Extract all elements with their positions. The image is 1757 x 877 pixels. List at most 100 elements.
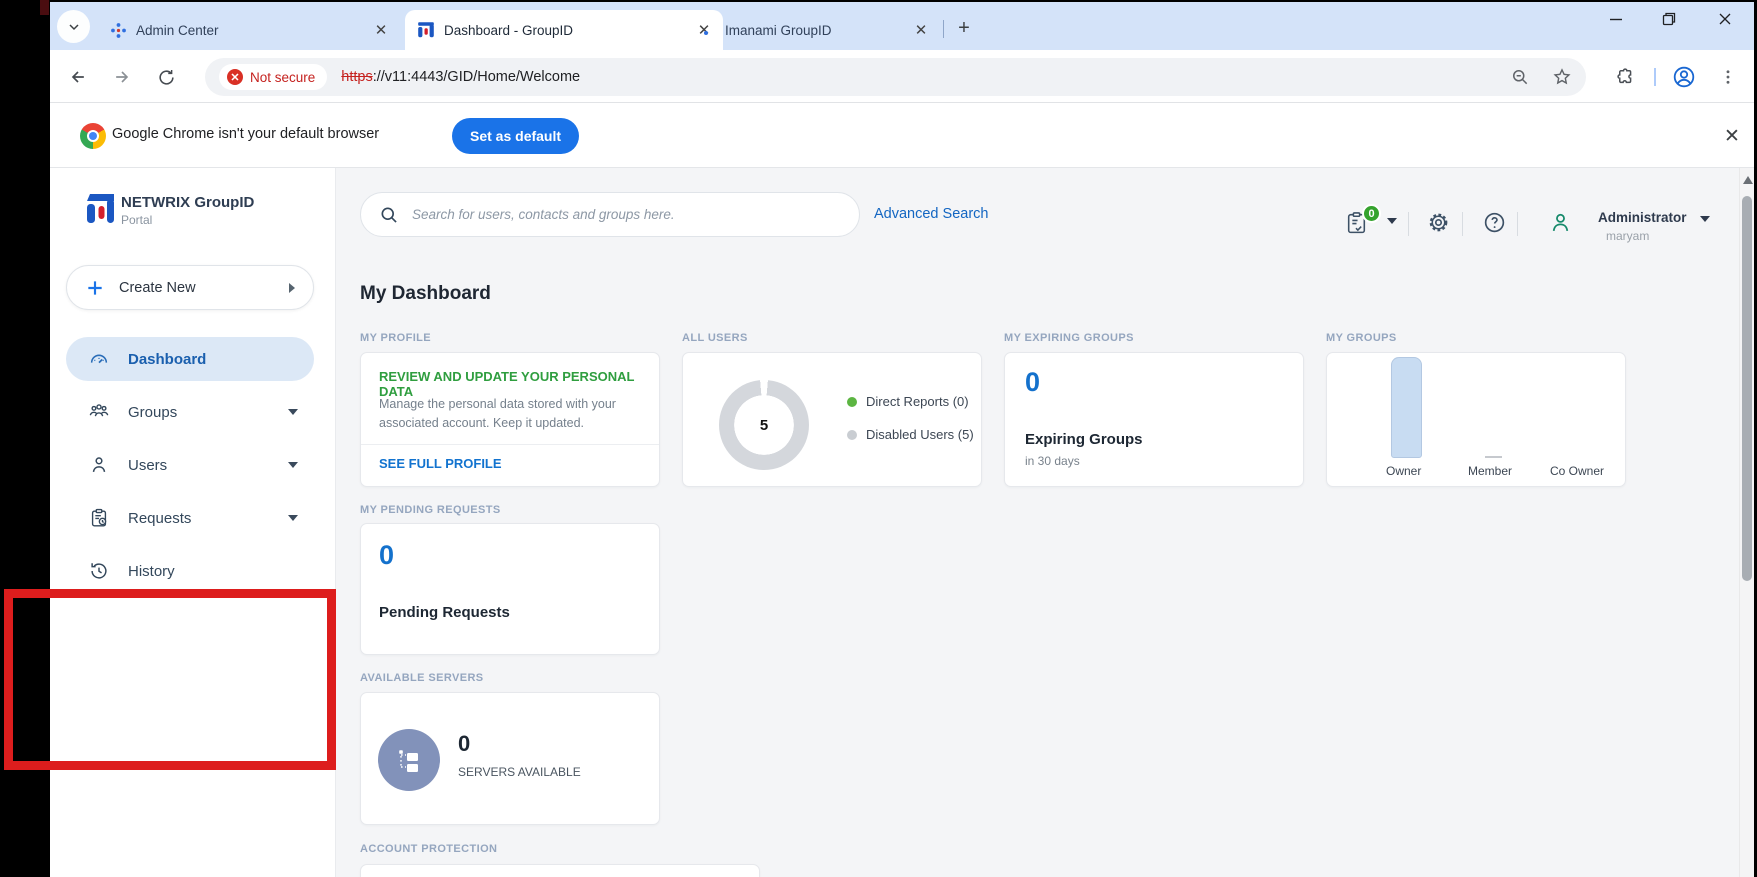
user-name: maryam	[1606, 229, 1650, 243]
sidebar-item-history[interactable]: History	[66, 549, 314, 593]
see-full-profile-link[interactable]: SEE FULL PROFILE	[379, 456, 502, 471]
settings-button[interactable]	[1426, 210, 1451, 240]
person-icon	[1552, 213, 1569, 231]
sidebar-item-users[interactable]: Users	[66, 443, 314, 487]
pending-requests-title: Pending Requests	[379, 604, 510, 621]
reload-button[interactable]	[150, 61, 182, 93]
section-label-my-groups: MY GROUPS	[1326, 332, 1397, 344]
requests-clipboard-icon	[91, 508, 107, 527]
back-icon	[71, 71, 84, 83]
set-as-default-button[interactable]: Set as default	[452, 118, 580, 154]
tab-divider	[943, 20, 944, 38]
zoom-icon[interactable]	[1510, 67, 1530, 87]
advanced-search-link[interactable]: Advanced Search	[874, 206, 988, 222]
gear-icon	[1429, 213, 1448, 232]
profile-button[interactable]	[1668, 61, 1700, 93]
all-users-card: 5 Direct Reports (0) Disabled Users (5)	[682, 352, 982, 487]
caret-down-icon	[288, 409, 298, 415]
brand-name: NETWRIX GroupID	[121, 194, 255, 211]
legend-dot-gray	[847, 429, 857, 440]
dashboard-gauge-icon	[90, 354, 108, 364]
donut-total: 5	[759, 416, 769, 434]
sidebar-item-requests[interactable]: Requests	[66, 496, 314, 540]
my-groups-card: Owner Member Co Owner	[1326, 352, 1626, 487]
infobar-close-icon[interactable]: ✕	[1718, 122, 1746, 150]
infobar-message: Google Chrome isn't your default browser	[112, 126, 380, 142]
tab-close-icon[interactable]: ✕	[912, 21, 930, 39]
help-button[interactable]	[1482, 210, 1507, 240]
tab-strip: Admin Center ✕ Dashboard - GroupID ✕ Ima…	[50, 2, 1754, 50]
header-divider	[1408, 212, 1409, 236]
new-tab-button[interactable]: +	[952, 16, 976, 40]
minimize-icon	[1610, 18, 1622, 21]
caret-down-icon	[288, 515, 298, 521]
back-button[interactable]	[62, 61, 94, 93]
expiring-groups-card: 0 Expiring Groups in 30 days	[1004, 352, 1304, 487]
tab-imanami-groupid[interactable]: Imanami GroupID ✕	[690, 10, 940, 50]
user-menu-button[interactable]	[1548, 210, 1573, 240]
tab-close-icon[interactable]: ✕	[372, 21, 390, 39]
pending-requests-card: 0 Pending Requests	[360, 523, 660, 655]
url-rest: ://v11:4443/GID/Home/Welcome	[372, 69, 581, 85]
legend-label: Direct Reports (0)	[866, 394, 969, 409]
groupid-portal: NETWRIX GroupID Portal Create New Dashbo…	[50, 168, 1754, 877]
legend-dot-green	[847, 396, 857, 407]
pending-requests-count: 0	[379, 540, 395, 570]
forward-button[interactable]	[106, 61, 138, 93]
tab-title: Admin Center	[136, 22, 219, 38]
account-protection-card	[360, 864, 760, 877]
section-label-expiring-groups: MY EXPIRING GROUPS	[1004, 332, 1134, 344]
member-zero-bar	[1485, 456, 1502, 458]
notifications-caret-icon[interactable]	[1387, 218, 1397, 224]
servers-icon-circle	[378, 729, 440, 791]
window-close-button[interactable]	[1702, 2, 1748, 36]
legend-direct-reports: Direct Reports (0)	[847, 394, 969, 409]
brand-subtitle: Portal	[121, 213, 153, 227]
user-caret-icon[interactable]	[1700, 216, 1710, 222]
three-dot-menu-icon	[1726, 70, 1730, 84]
legend-label: Disabled Users (5)	[866, 427, 974, 442]
legend-disabled-users: Disabled Users (5)	[847, 427, 974, 442]
sidebar-item-groups[interactable]: Groups	[66, 390, 314, 434]
profile-card-body: Manage the personal data stored with you…	[379, 397, 616, 431]
screen: Admin Center ✕ Dashboard - GroupID ✕ Ima…	[0, 0, 1757, 877]
bar-category-member: Member	[1468, 464, 1513, 478]
sidebar: NETWRIX GroupID Portal Create New Dashbo…	[50, 168, 336, 877]
page-title: My Dashboard	[360, 283, 491, 304]
groupid-logo-icon	[87, 194, 114, 223]
browser-toolbar: ✕ Not secure https://v11:4443/GID/Home/W…	[50, 50, 1754, 103]
menu-button[interactable]	[1712, 61, 1744, 93]
sidebar-item-dashboard[interactable]: Dashboard	[66, 337, 314, 381]
tab-admin-center[interactable]: Admin Center ✕	[98, 10, 400, 50]
sidebar-item-label: Groups	[128, 403, 178, 421]
url-text[interactable]: https://v11:4443/GID/Home/Welcome	[341, 69, 580, 85]
notifications-badge: 0	[1362, 204, 1381, 223]
screen-edge-artifact	[40, 0, 49, 15]
not-secure-chip[interactable]: ✕ Not secure	[219, 64, 328, 90]
window-minimize-button[interactable]	[1593, 2, 1639, 36]
tab-dashboard-groupid[interactable]: Dashboard - GroupID ✕	[405, 10, 723, 50]
expiring-groups-title: Expiring Groups	[1025, 431, 1143, 448]
bookmark-star-icon[interactable]	[1552, 67, 1572, 87]
scrollbar-thumb[interactable]	[1742, 196, 1752, 581]
tab-search-button[interactable]	[57, 10, 90, 43]
address-bar[interactable]: ✕ Not secure https://v11:4443/GID/Home/W…	[205, 58, 1586, 96]
extensions-button[interactable]	[1610, 61, 1642, 93]
admin-center-favicon-icon	[111, 22, 126, 38]
search-bar[interactable]	[360, 192, 860, 237]
puzzle-icon	[1617, 68, 1632, 84]
profile-icon	[1673, 66, 1695, 88]
my-profile-card: REVIEW AND UPDATE YOUR PERSONAL DATA Man…	[360, 352, 660, 487]
search-icon	[381, 207, 397, 223]
url-scheme: https	[341, 69, 373, 85]
tab-title: Dashboard - GroupID	[444, 22, 574, 38]
create-new-button[interactable]: Create New	[66, 265, 314, 310]
section-label-available-servers: AVAILABLE SERVERS	[360, 672, 484, 684]
page-scrollbar[interactable]	[1739, 168, 1754, 877]
restore-icon	[1662, 12, 1676, 26]
user-role[interactable]: Administrator	[1598, 210, 1687, 225]
section-label-all-users: ALL USERS	[682, 332, 748, 344]
window-maximize-button[interactable]	[1646, 2, 1692, 36]
scrollbar-up-arrow[interactable]	[1743, 176, 1753, 184]
search-input[interactable]	[412, 207, 841, 222]
